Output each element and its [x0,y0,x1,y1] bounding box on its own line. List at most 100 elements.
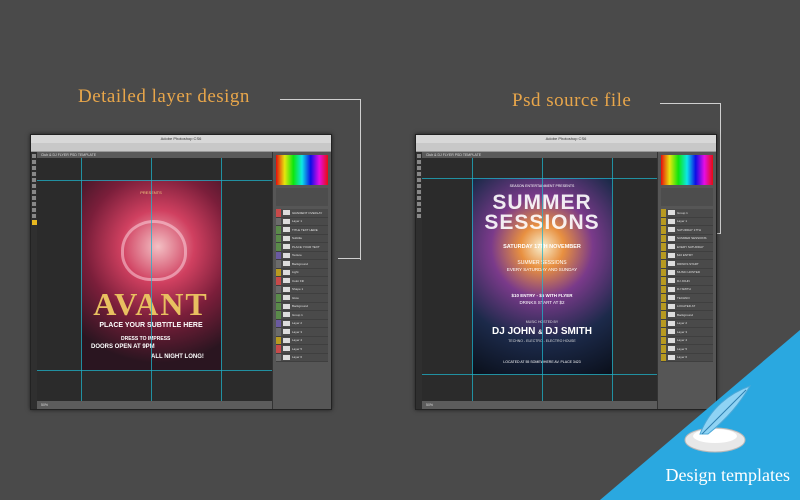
visibility-eye-icon[interactable] [661,268,666,276]
poster-heart-shape [121,220,187,281]
layer-row[interactable]: SUMMER SESSIONS [661,234,713,243]
visibility-eye-icon[interactable] [276,336,281,344]
layer-row[interactable]: DJ SMITH [661,285,713,294]
lasso-tool-icon[interactable] [32,166,36,170]
visibility-eye-icon[interactable] [661,319,666,327]
layer-row[interactable]: Layer 6 [276,353,328,362]
layer-row[interactable]: MUSIC HOSTED [661,268,713,277]
visibility-eye-icon[interactable] [276,345,281,353]
visibility-eye-icon[interactable] [661,277,666,285]
visibility-eye-icon[interactable] [276,234,281,242]
move-tool-icon[interactable] [32,154,36,158]
visibility-eye-icon[interactable] [661,285,666,293]
visibility-eye-icon[interactable] [661,294,666,302]
marquee-tool-icon[interactable] [32,160,36,164]
layer-row[interactable]: Background [661,311,713,320]
visibility-eye-icon[interactable] [276,294,281,302]
zoom-tool-icon[interactable] [417,214,421,218]
pen-tool-icon[interactable] [417,196,421,200]
visibility-eye-icon[interactable] [276,268,281,276]
eraser-tool-icon[interactable] [417,184,421,188]
layer-row[interactable]: TITLE TEXT HERE [276,226,328,235]
visibility-eye-icon[interactable] [661,302,666,310]
visibility-eye-icon[interactable] [661,209,666,217]
layer-row[interactable]: PLACE YOUR TEXT [276,243,328,252]
gradient-tool-icon[interactable] [417,190,421,194]
visibility-eye-icon[interactable] [276,285,281,293]
options-bar[interactable] [416,143,716,152]
lasso-tool-icon[interactable] [417,166,421,170]
visibility-eye-icon[interactable] [661,234,666,242]
hand-tool-icon[interactable] [32,208,36,212]
layer-row[interactable]: Layer 2 [661,319,713,328]
visibility-eye-icon[interactable] [276,260,281,268]
layer-row[interactable]: Light [276,268,328,277]
visibility-eye-icon[interactable] [276,353,281,361]
layer-row[interactable]: Layer 1 [661,217,713,226]
layer-row[interactable]: Shape 1 [276,285,328,294]
layer-row[interactable]: LOCATED AT [661,302,713,311]
layer-row[interactable]: DJ JOHN [661,277,713,286]
layer-name: DJ JOHN [677,278,690,283]
visibility-eye-icon[interactable] [276,328,281,336]
layer-row[interactable]: Glow [276,294,328,303]
adjustments-panel[interactable] [276,188,328,206]
layer-thumbnail [668,269,675,275]
layer-row[interactable]: Layer 3 [276,328,328,337]
crop-tool-icon[interactable] [417,172,421,176]
layer-row[interactable]: DRINKS START [661,260,713,269]
type-tool-icon[interactable] [32,202,36,206]
visibility-eye-icon[interactable] [276,311,281,319]
layer-row[interactable]: Background [276,302,328,311]
layer-row[interactable]: SATURDAY 17TH [661,226,713,235]
layer-row[interactable]: $10 ENTRY [661,251,713,260]
gradient-tool-icon[interactable] [32,190,36,194]
layers-panel[interactable]: GRADIENT OVERLAY Layer 1 TITLE TEXT HERE Su… [276,209,328,362]
crop-tool-icon[interactable] [32,172,36,176]
move-tool-icon[interactable] [417,154,421,158]
canvas-area[interactable]: PRESENTS AVANT PLACE YOUR SUBTITLE HERE … [37,158,273,401]
layer-row[interactable]: Layer 1 [276,217,328,226]
layer-row[interactable]: Subtitle [276,234,328,243]
eraser-tool-icon[interactable] [32,184,36,188]
layer-row[interactable]: Texture [276,251,328,260]
visibility-eye-icon[interactable] [276,226,281,234]
color-swatch-panel[interactable] [276,155,328,185]
visibility-eye-icon[interactable] [661,243,666,251]
visibility-eye-icon[interactable] [276,251,281,259]
adjustments-panel[interactable] [661,188,713,206]
layer-row[interactable]: Color Fill [276,277,328,286]
brush-tool-icon[interactable] [417,178,421,182]
photoshop-window-left[interactable]: Adobe Photoshop CS6 Club & DJ FLYER PSD … [30,134,332,410]
layer-row[interactable]: Group 1 [661,209,713,218]
layer-row[interactable]: Layer 4 [276,336,328,345]
zoom-tool-icon[interactable] [32,214,36,218]
pen-tool-icon[interactable] [32,196,36,200]
layer-row[interactable]: Layer 2 [276,319,328,328]
visibility-eye-icon[interactable] [276,209,281,217]
color-swatch-panel[interactable] [661,155,713,185]
marquee-tool-icon[interactable] [417,160,421,164]
type-tool-icon[interactable] [417,202,421,206]
layer-row[interactable]: Background [276,260,328,269]
panels-column[interactable]: GRADIENT OVERLAY Layer 1 TITLE TEXT HERE Su… [272,152,331,409]
visibility-eye-icon[interactable] [661,226,666,234]
brush-tool-icon[interactable] [32,178,36,182]
visibility-eye-icon[interactable] [661,217,666,225]
layer-row[interactable]: GRADIENT OVERLAY [276,209,328,218]
visibility-eye-icon[interactable] [276,217,281,225]
visibility-eye-icon[interactable] [661,311,666,319]
layer-row[interactable]: Group 1 [276,311,328,320]
visibility-eye-icon[interactable] [661,260,666,268]
window-titlebar: Adobe Photoshop CS6 [31,135,331,143]
visibility-eye-icon[interactable] [276,302,281,310]
layer-row[interactable]: Layer 5 [276,345,328,354]
layer-row[interactable]: TECHNO [661,294,713,303]
visibility-eye-icon[interactable] [276,243,281,251]
options-bar[interactable] [31,143,331,152]
hand-tool-icon[interactable] [417,208,421,212]
visibility-eye-icon[interactable] [661,251,666,259]
visibility-eye-icon[interactable] [276,277,281,285]
layer-row[interactable]: EVERY SATURDAY [661,243,713,252]
visibility-eye-icon[interactable] [276,319,281,327]
